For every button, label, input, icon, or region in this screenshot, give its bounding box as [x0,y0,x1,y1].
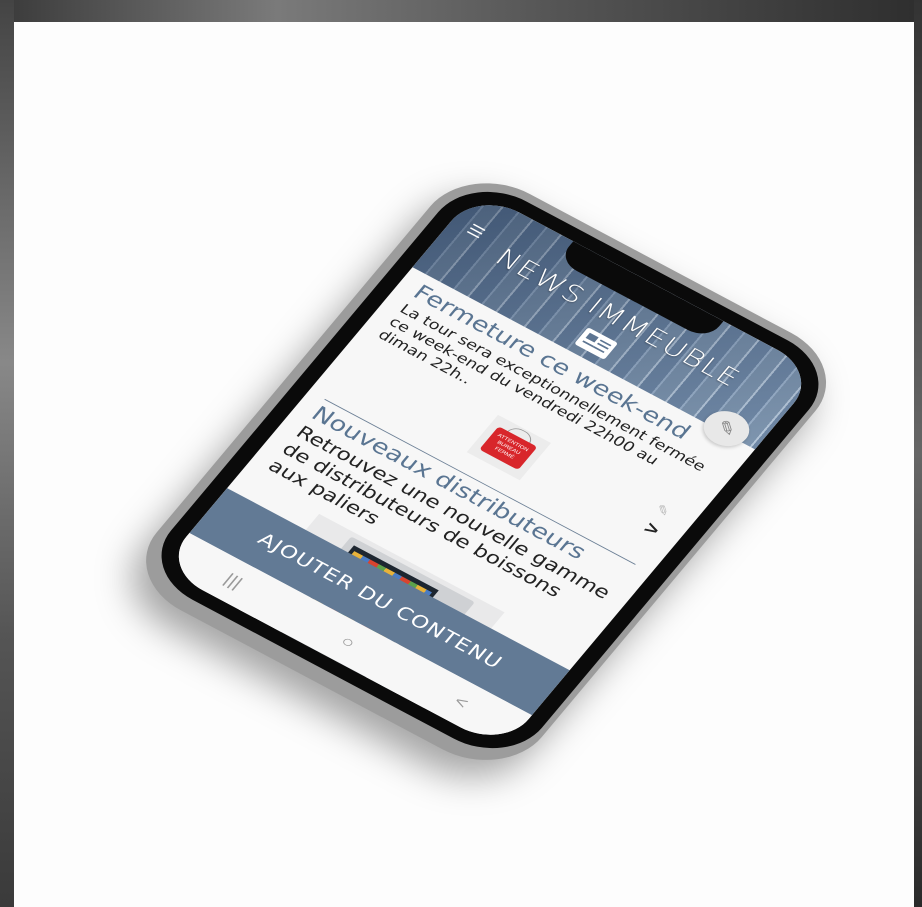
chevron-right-icon[interactable]: > [639,518,665,541]
phone-mockup: ☰ NEWS IMMEUBLE ✎ Fermeture ce week-end … [0,0,922,907]
phone-bezel: ☰ NEWS IMMEUBLE ✎ Fermeture ce week-end … [137,172,843,768]
newspaper-icon [574,327,619,360]
recent-apps-icon[interactable]: ||| [220,570,246,592]
phone-screen: ☰ NEWS IMMEUBLE ✎ Fermeture ce week-end … [160,190,820,750]
back-icon[interactable]: < [450,692,472,712]
phone-device: ☰ NEWS IMMEUBLE ✎ Fermeture ce week-end … [119,161,854,783]
home-icon[interactable]: ○ [336,632,360,652]
